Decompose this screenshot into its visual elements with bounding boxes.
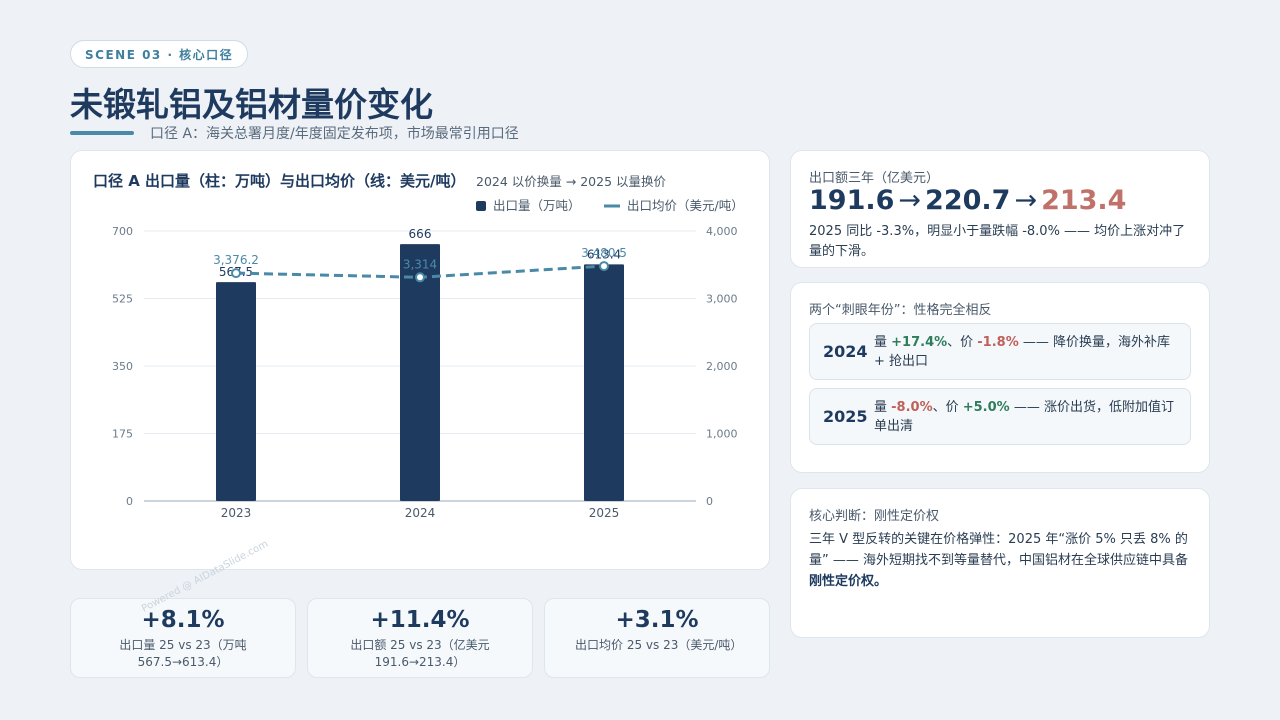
judgement-highlight: 刚性定价权。 (809, 574, 888, 589)
chart-card: 口径 A 出口量（柱：万吨）与出口均价（线：美元/吨） 2024 以价换量 → … (70, 150, 770, 570)
y-right-tick-label: 2,000 (706, 360, 738, 373)
page-title: 未锻轧铝及铝材量价变化 (70, 85, 433, 124)
export-amount-card: 出口额三年（亿美元） 191.6 → 220.7 → 213.4 2025 同比 -3.… (790, 150, 1210, 268)
year-box-2025: 2025 量 -8.0%、价 +5.0% —— 涨价出货，低附加值订单出清 (809, 388, 1191, 445)
volume-change: +17.4% (891, 335, 948, 350)
kpi-label: 出口均价 25 vs 23（美元/吨） (575, 638, 743, 652)
kpi-value: +8.1% (141, 607, 225, 633)
price-value-label: 3,480.5 (581, 246, 627, 260)
title-accent-bar (70, 131, 134, 135)
bar (400, 244, 440, 501)
y-right-tick-label: 3,000 (706, 293, 738, 306)
combo-chart: 001751,0003502,0005253,0007004,000567.52… (112, 198, 744, 520)
year-description: 量 -8.0%、价 +5.0% —— 涨价出货，低附加值订单出清 (874, 400, 1174, 434)
price-change: -1.8% (977, 335, 1019, 350)
judgement-text: 三年 V 型反转的关键在价格弹性：2025 年“涨价 5% 只丢 8% 的量” … (809, 532, 1188, 589)
y-left-tick-label: 0 (126, 495, 133, 508)
kpi-card-amount: +11.4% 出口额 25 vs 23（亿美元 191.6→213.4） (307, 598, 533, 678)
price-point (599, 261, 609, 272)
arrow-icon: → (898, 185, 922, 216)
export-amount-flow: 191.6 → 220.7 → 213.4 (809, 185, 1126, 216)
bar (584, 264, 624, 501)
y-right-tick-label: 0 (706, 495, 713, 508)
y-left-tick-label: 700 (112, 225, 133, 238)
page-subtitle: 口径 A：海关总署月度/年度固定发布项，市场最常引用口径 (150, 126, 519, 142)
export-2025-value: 213.4 (1041, 185, 1127, 216)
price-point (415, 272, 425, 283)
kpi-card-volume: +8.1% 出口量 25 vs 23（万吨 567.5→613.4） (70, 598, 296, 678)
key-years-card: 两个“刺眼年份”：性格完全相反 2024 量 +17.4%、价 -1.8% ——… (790, 282, 1210, 473)
y-right-tick-label: 4,000 (706, 225, 738, 238)
export-card-heading: 出口额三年（亿美元） (809, 171, 940, 186)
volume-change: -8.0% (891, 400, 933, 415)
judgement-heading: 核心判断：刚性定价权 (809, 509, 940, 524)
y-left-tick-label: 525 (112, 293, 133, 306)
y-left-tick-label: 175 (112, 428, 133, 441)
x-tick-label: 2024 (405, 506, 436, 520)
y-right-tick-label: 1,000 (706, 428, 738, 441)
kpi-label: 出口量 25 vs 23（万吨 567.5→613.4） (119, 638, 247, 669)
arrow-icon: → (1014, 185, 1038, 216)
kpi-value: +3.1% (615, 607, 699, 633)
x-tick-label: 2023 (221, 506, 252, 520)
legend-label-price: 出口均价（美元/吨） (627, 198, 744, 213)
x-tick-label: 2025 (589, 506, 620, 520)
bar (216, 282, 256, 501)
legend-swatch-volume (476, 201, 486, 211)
year-box-2024: 2024 量 +17.4%、价 -1.8% —— 降价换量，海外补库 + 抢出口 (809, 323, 1191, 380)
legend-label-volume: 出口量（万吨） (493, 198, 581, 213)
export-2023-value: 191.6 (809, 185, 895, 216)
judgement-card: 核心判断：刚性定价权 三年 V 型反转的关键在价格弹性：2025 年“涨价 5%… (790, 488, 1210, 638)
export-card-text: 2025 同比 -3.3%，明显小于量跌幅 -8.0% —— 均价上涨对冲了量的… (809, 224, 1186, 259)
kpi-value: +11.4% (370, 607, 470, 633)
year-description: 量 +17.4%、价 -1.8% —— 降价换量，海外补库 + 抢出口 (874, 335, 1170, 369)
kpi-label: 出口额 25 vs 23（亿美元 191.6→213.4） (350, 638, 490, 669)
export-2024-value: 220.7 (925, 185, 1011, 216)
year-label: 2025 (823, 407, 868, 426)
bar-value-label: 666 (409, 227, 432, 241)
y-left-tick-label: 350 (112, 360, 133, 373)
scene-tag: SCENE 03 · 核心口径 (70, 40, 249, 68)
kpi-card-price: +3.1% 出口均价 25 vs 23（美元/吨） (544, 598, 770, 678)
price-value-label: 3,314 (403, 257, 437, 271)
price-value-label: 3,376.2 (213, 253, 259, 267)
price-change: +5.0% (962, 400, 1010, 415)
price-point (231, 268, 241, 279)
year-label: 2024 (823, 342, 868, 361)
key-years-heading: 两个“刺眼年份”：性格完全相反 (809, 303, 992, 318)
